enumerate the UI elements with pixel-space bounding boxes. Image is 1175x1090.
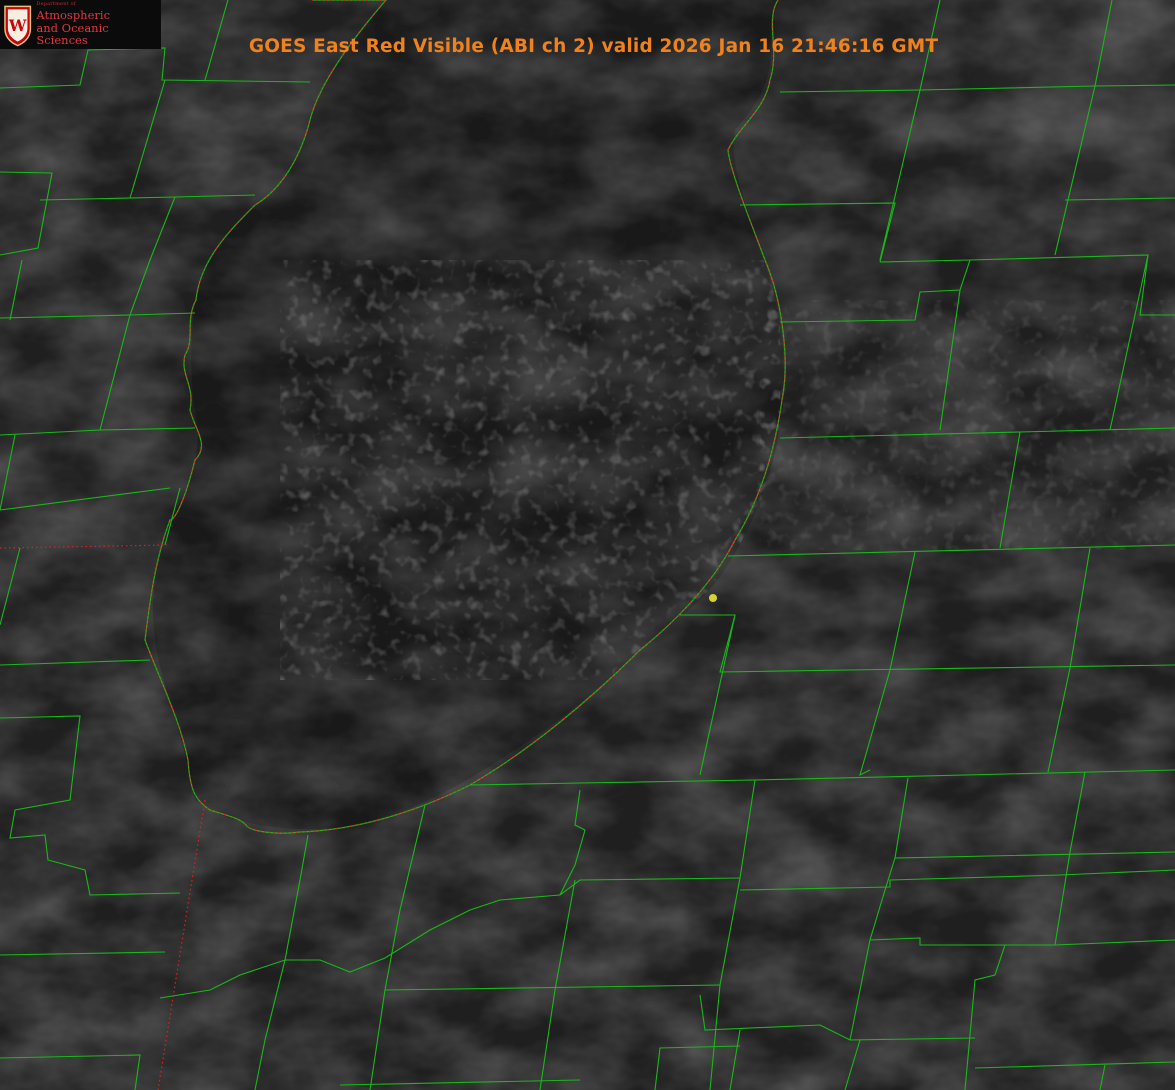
logo-department: Department of — [36, 1, 76, 8]
station-marker — [709, 594, 717, 602]
logo-line-1: Atmospheric — [36, 8, 111, 23]
satellite-map — [0, 0, 1175, 1090]
image-title: GOES East Red Visible (ABI ch 2) valid 2… — [248, 36, 939, 57]
svg-text:W: W — [8, 15, 27, 34]
lake-effect-streaks — [760, 300, 1175, 550]
